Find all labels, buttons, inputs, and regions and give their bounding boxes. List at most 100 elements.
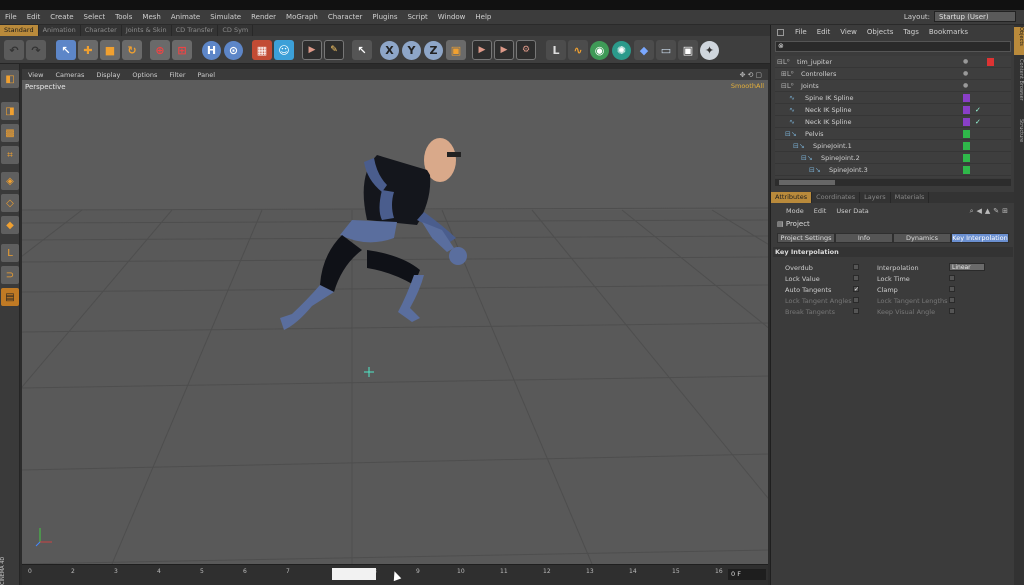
tree-row[interactable]: ∿ Spine IK Spline ● <box>775 92 1011 104</box>
character-icon[interactable]: ☺ <box>274 40 294 60</box>
spline-icon[interactable]: ∿ <box>568 40 588 60</box>
axis-mode-icon[interactable]: L <box>1 244 19 262</box>
undo-icon[interactable]: ↶ <box>4 40 24 60</box>
layout-dropdown[interactable]: Startup (User) <box>934 11 1016 22</box>
attr-nav-icons[interactable]: ⌕◀▲✎⊞ <box>970 207 1011 216</box>
attr-menu-edit[interactable]: Edit <box>809 207 832 215</box>
object-tag-icon[interactable] <box>987 57 994 66</box>
move-icon[interactable]: ✚ <box>78 40 98 60</box>
nurbs-icon[interactable]: ◉ <box>590 41 609 60</box>
lock-tangent-lengths-checkbox[interactable] <box>949 297 955 303</box>
viewport-menu-display[interactable]: Display <box>90 71 126 79</box>
menu-select[interactable]: Select <box>79 13 111 21</box>
make-editable-icon[interactable]: ◧ <box>1 70 19 88</box>
menu-simulate[interactable]: Simulate <box>205 13 246 21</box>
y-axis-lock-icon[interactable]: Y <box>402 41 421 60</box>
redo-icon[interactable]: ↷ <box>26 40 46 60</box>
tree-row[interactable]: ⊟↘ SpineJoint.1 ● <box>775 140 1011 152</box>
menu-edit[interactable]: Edit <box>22 13 46 21</box>
menu-mograph[interactable]: MoGraph <box>281 13 323 21</box>
objects-menu-file[interactable]: File <box>790 28 812 36</box>
visibility-dots-icon[interactable]: ● <box>963 58 969 65</box>
object-tag-icon[interactable] <box>963 117 970 126</box>
tab-dynamics[interactable]: Dynamics <box>893 233 951 243</box>
viewport-menu-cameras[interactable]: Cameras <box>49 71 90 79</box>
menu-create[interactable]: Create <box>45 13 78 21</box>
menu-window[interactable]: Window <box>433 13 471 21</box>
scale-icon[interactable]: ■ <box>100 40 120 60</box>
workplane-icon[interactable]: ⌗ <box>1 146 19 164</box>
tree-row[interactable]: ⊟↘ SpineJoint.3 ● <box>775 164 1011 176</box>
clear-search-icon[interactable]: ⊗ <box>778 42 784 50</box>
objects-menu-objects[interactable]: Objects <box>862 28 898 36</box>
tab-cd-sym[interactable]: CD Sym <box>218 25 254 36</box>
tab-animation[interactable]: Animation <box>39 25 81 36</box>
texture-mode-icon[interactable]: ▩ <box>1 124 19 142</box>
light-icon[interactable]: ✦ <box>700 41 719 60</box>
objects-menu-view[interactable]: View <box>835 28 862 36</box>
visibility-dots-icon[interactable]: ● <box>963 70 969 77</box>
edit-render-settings-icon[interactable]: ⚙ <box>516 40 536 60</box>
check-icon[interactable]: ✓ <box>975 106 981 114</box>
attr-menu-user-data[interactable]: User Data <box>831 207 873 215</box>
live-selection-icon[interactable]: ↖ <box>56 40 76 60</box>
tree-row[interactable]: ∿ Neck IK Spline ● ✓ <box>775 116 1011 128</box>
model-tools-icon[interactable]: ⊞ <box>172 40 192 60</box>
deformer-icon[interactable]: ◆ <box>634 40 654 60</box>
tab-attributes[interactable]: Attributes <box>771 192 813 203</box>
tab-character[interactable]: Character <box>81 25 122 36</box>
scrollbar-thumb[interactable] <box>779 180 835 185</box>
render-to-picture-viewer-icon[interactable]: ▶ <box>494 40 514 60</box>
lock-tangent-angles-checkbox[interactable] <box>853 297 859 303</box>
lock-value-checkbox[interactable] <box>853 275 859 281</box>
menu-mesh[interactable]: Mesh <box>137 13 165 21</box>
edges-mode-icon[interactable]: ◇ <box>1 194 19 212</box>
x-axis-lock-icon[interactable]: X <box>380 41 399 60</box>
overdub-checkbox[interactable] <box>853 264 859 270</box>
render-active-view-icon[interactable]: ▶ <box>472 40 492 60</box>
current-frame-field[interactable]: 0 F <box>728 569 766 580</box>
viewport-menu-panel[interactable]: Panel <box>192 71 222 79</box>
tab-cd-transfer[interactable]: CD Transfer <box>172 25 219 36</box>
recent-tools-icon[interactable]: ⊕ <box>150 40 170 60</box>
tree-row[interactable]: ∿ Neck IK Spline ● ✓ <box>775 104 1011 116</box>
tab-layers[interactable]: Layers <box>860 192 891 203</box>
perspective-viewport[interactable]: Perspective SmoothAll <box>22 80 768 564</box>
tab-project-settings[interactable]: Project Settings <box>777 233 835 243</box>
floor-icon[interactable]: ▭ <box>656 40 676 60</box>
object-tag-icon[interactable] <box>963 93 970 102</box>
points-mode-icon[interactable]: ◈ <box>1 172 19 190</box>
tree-row[interactable]: ⊟L⁰ tim_jupiter ● <box>775 56 1011 68</box>
render-view-icon[interactable]: ▶ <box>302 40 322 60</box>
cube-primitive-icon[interactable]: L <box>546 40 566 60</box>
visibility-dots-icon[interactable]: ● <box>963 82 969 89</box>
tree-row[interactable]: ⊟↘ Pelvis ● <box>775 128 1011 140</box>
polygons-mode-icon[interactable]: ◆ <box>1 216 19 234</box>
tab-key-interpolation[interactable]: Key Interpolation <box>951 233 1009 243</box>
objects-menu-bookmarks[interactable]: Bookmarks <box>924 28 973 36</box>
null-object-icon[interactable]: ▦ <box>252 40 272 60</box>
snap-icon[interactable]: ⊃ <box>1 266 19 284</box>
object-tag-icon[interactable] <box>963 141 970 150</box>
menu-file[interactable]: File <box>0 13 22 21</box>
break-tangents-checkbox[interactable] <box>853 308 859 314</box>
menu-tools[interactable]: Tools <box>110 13 137 21</box>
tree-row[interactable]: ⊟L⁰ Joints ● <box>775 80 1011 92</box>
object-tag-icon[interactable] <box>963 129 970 138</box>
viewport-menu-view[interactable]: View <box>22 71 49 79</box>
tree-row[interactable]: ⊟↘ SpineJoint.2 ● <box>775 152 1011 164</box>
menu-render[interactable]: Render <box>246 13 281 21</box>
check-icon[interactable]: ✓ <box>975 118 981 126</box>
viewport-menu-filter[interactable]: Filter <box>163 71 191 79</box>
tab-standard[interactable]: Standard <box>0 25 39 36</box>
menu-character[interactable]: Character <box>323 13 368 21</box>
object-search-input[interactable]: ⊗ <box>775 41 1011 52</box>
shading-badge[interactable]: SmoothAll <box>731 82 764 90</box>
object-tag-icon[interactable] <box>963 105 970 114</box>
menu-script[interactable]: Script <box>402 13 432 21</box>
timeline-mode-icon[interactable]: ▤ <box>1 288 19 306</box>
model-mode-icon[interactable]: ◨ <box>1 102 19 120</box>
tab-materials[interactable]: Materials <box>891 192 930 203</box>
side-tab-content-browser[interactable]: Content Browser <box>1014 59 1024 115</box>
z-axis-lock-icon[interactable]: Z <box>424 41 443 60</box>
